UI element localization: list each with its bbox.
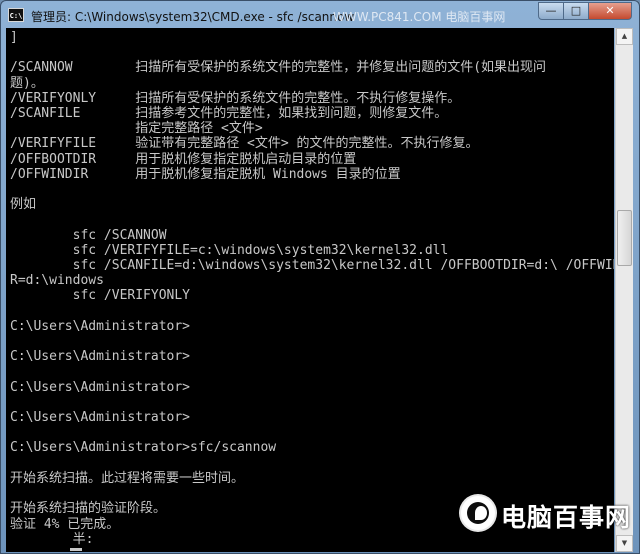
console-line: sfc /SCANNOW	[10, 227, 167, 243]
title-bar[interactable]: C:\ 管理员: C:\Windows\system32\CMD.exe - s…	[1, 1, 639, 29]
scroll-down-arrow-icon[interactable]: ▼	[616, 535, 633, 552]
console-line: 开始系统扫描的验证阶段。	[10, 501, 167, 517]
console-line: C:\Users\Administrator>	[10, 349, 191, 365]
console-line: /SCANNOW 扫描所有受保护的系统文件的完整性，并修复出问题的文件(如果出现…	[10, 60, 547, 76]
close-button[interactable]: ✕	[588, 2, 632, 20]
console-line: /OFFWINDIR 用于脱机修复指定脱机 Windows 目录的位置	[10, 166, 401, 182]
console-line: C:\Users\Administrator>	[10, 410, 191, 426]
text-cursor	[70, 536, 82, 551]
site-logo: 电脑百事网	[459, 494, 634, 534]
maximize-button[interactable]: □	[563, 2, 589, 20]
cmd-window: C:\ 管理员: C:\Windows\system32\CMD.exe - s…	[0, 0, 640, 554]
window-title: 管理员: C:\Windows\system32\CMD.exe - sfc /…	[31, 10, 355, 24]
console-line: C:\Users\Administrator>	[10, 318, 191, 334]
console-line: sfc /SCANFILE=d:\windows\system32\kernel…	[10, 258, 614, 274]
console-line: /VERIFYFILE 验证带有完整路径 <文件> 的文件的完整性。不执行修复。	[10, 136, 479, 152]
vertical-scrollbar[interactable]: ▲ ▼	[615, 28, 633, 552]
console-line: /SCANFILE 扫描参考文件的完整性，如果找到问题，则修复文件。	[10, 106, 448, 122]
console-line: C:\Users\Administrator>sfc/scannow	[10, 440, 277, 456]
logo-mark-icon	[461, 496, 495, 530]
minimize-button[interactable]: —	[538, 2, 564, 20]
console-output-area[interactable]: ] /SCANNOW 扫描所有受保护的系统文件的完整性，并修复出问题的文件(如果…	[6, 28, 614, 552]
console-line: /OFFBOOTDIR 用于脱机修复指定脱机启动目录的位置	[10, 151, 357, 167]
console-line: /VERIFYONLY 扫描所有受保护的系统文件的完整性。不执行修复操作。	[10, 90, 461, 106]
logo-text: 电脑百事网	[501, 503, 632, 532]
console-line: R=d:\windows	[10, 273, 104, 289]
scroll-up-arrow-icon[interactable]: ▲	[616, 28, 633, 45]
site-watermark: WWW.PC841.COM 电脑百事网	[333, 10, 506, 24]
console-line: sfc /VERIFYFILE=c:\windows\system32\kern…	[10, 242, 449, 258]
console-line: 例如	[10, 197, 37, 213]
scroll-thumb[interactable]	[617, 210, 632, 266]
console-line: sfc /VERIFYONLY	[10, 288, 191, 304]
console-line: 题)。	[10, 75, 44, 91]
console-text: ] /SCANNOW 扫描所有受保护的系统文件的完整性，并修复出问题的文件(如果…	[10, 30, 614, 547]
cmd-app-icon[interactable]: C:\	[8, 8, 24, 22]
console-line: ]	[10, 30, 18, 45]
console-line: 指定完整路径 <文件>	[10, 121, 263, 137]
console-line: C:\Users\Administrator>	[10, 379, 191, 395]
console-line: 验证 4% 已完成。	[10, 516, 120, 532]
console-line: 开始系统扫描。此过程将需要一些时间。	[10, 470, 245, 486]
